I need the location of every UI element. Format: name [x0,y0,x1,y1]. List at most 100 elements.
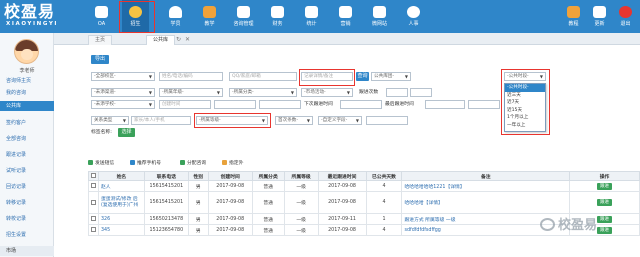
row-name[interactable]: 蛋蛋测试/修改 后(复选使用于)广州 [97,191,145,214]
row-checkbox[interactable] [90,183,96,188]
row-category: 普通 [251,224,285,236]
row-checkbox[interactable] [90,227,96,232]
row-category: 普通 [251,180,285,192]
sidebar-item-school-transfer-records[interactable]: 转校记录 [0,214,54,224]
nav-logout[interactable]: 退出 [612,0,639,33]
created-to-input[interactable] [214,100,256,109]
grade-select[interactable]: -所属年级- ▼ [159,88,223,97]
row-category: 普通 [251,191,285,214]
export-button[interactable]: 导出 [91,55,109,64]
recommend-phone-button[interactable]: 推荐手机号 [130,159,161,169]
row-name[interactable]: 赵人 [97,180,145,192]
row-checkbox[interactable] [90,216,96,221]
col-level[interactable]: 所属等级 [283,171,319,181]
sidebar-item-all-consult[interactable]: 全部咨询 [0,134,54,144]
col-phone[interactable]: 联系电话 [143,171,189,181]
relation-type-select[interactable]: 关系类型 ▼ [91,116,129,125]
nav-hr[interactable]: 人事 [400,0,427,33]
followup-button[interactable]: 跟进 [597,182,613,190]
nav-finance[interactable]: 财务 [264,0,291,33]
query-button[interactable]: 查询 [356,72,369,81]
sidebar-item-my-consult[interactable]: 我的咨询 [0,88,54,98]
row-remark[interactable]: 哈哈哈哈【详情】 [401,191,571,214]
row-last-followup: 2017-09-08 [317,180,367,192]
row-public-days: 4 [365,180,403,192]
school-select[interactable]: -未添学校- ▼ [91,100,155,109]
col-public-days[interactable]: 已公共天数 [365,171,403,181]
custom-field-value-input[interactable] [366,116,408,125]
name-phone-input[interactable]: 姓名/电话/编码 [159,72,223,81]
row-name[interactable]: 345 [97,224,145,236]
select-all-checkbox[interactable] [90,173,96,178]
sidebar-item-revisit-records[interactable]: 回访记录 [0,182,54,192]
user-avatar[interactable] [14,39,39,64]
row-remark[interactable]: 哈哈哈哈哈哈1221【详情】 [401,180,571,192]
channel-select[interactable]: -未添渠道- ▼ [91,88,155,97]
last-followup-to-input[interactable] [468,100,500,109]
col-name[interactable]: 姓名 [97,171,145,181]
col-category[interactable]: 所属分类 [251,171,285,181]
highlight-level-select [194,113,271,128]
tab-public-pool[interactable]: 公共库 [146,35,176,45]
tab-home[interactable]: 主页 [88,35,113,45]
followup-button[interactable]: 跟进 [597,199,613,206]
next-followup-from-input[interactable] [259,100,301,109]
qq-email-input[interactable]: QQ/家庭/邮箱 [229,72,297,81]
consult-icon [237,6,250,18]
nav-microsite[interactable]: 微网站 [366,0,393,33]
nav-consult-management[interactable]: 咨询管理 [230,0,257,33]
row-name[interactable]: 326 [97,213,145,225]
nav-marketing[interactable]: 营销 [332,0,359,33]
sidebar-item-public-pool[interactable]: 公共库 [0,101,54,111]
designate-button[interactable]: 指定外 [222,159,243,169]
wechat-icon [540,218,555,231]
send-sms-button[interactable]: 发送短信 [88,159,114,169]
highlight-period-dropdown [501,69,550,135]
sidebar-item-signed-clients[interactable]: 签约客户 [0,118,54,128]
nav-update[interactable]: 更新 [586,0,613,33]
relation-contact-input[interactable]: 家长/本人/手机 [131,116,191,125]
tag-select-button[interactable]: 选择 [118,128,135,137]
nav-students[interactable]: 学员 [162,0,189,33]
tag-label: 标签名称: [91,130,112,135]
assign-icon [180,160,185,165]
close-icon[interactable]: ✕ [185,36,190,43]
next-followup-to-input[interactable] [340,100,382,109]
row-gender: 男 [187,224,209,236]
col-last-followup[interactable]: 最近跟进时间 [317,171,367,181]
sidebar-item-followup-records[interactable]: 跟进记录 [0,150,54,160]
followup-count-from[interactable] [386,88,408,97]
public-pool-group-select[interactable]: 公共库团- ▼ [371,72,411,81]
market-activity-select[interactable]: -市场活动- ▼ [301,88,353,97]
created-from-input[interactable]: 创建时间 [159,100,211,109]
followup-count-to[interactable] [410,88,432,97]
first-count-select[interactable]: 首次条数- ▼ [275,116,313,125]
sidebar-item-enrollment-settings[interactable]: 招生设置 [0,230,54,240]
nav-oa[interactable]: OA [88,0,115,33]
nav-teaching[interactable]: 教学 [196,0,223,33]
logo-english: XIAOYINGYI [6,21,59,27]
logout-icon [619,6,632,18]
select-all-header[interactable] [88,171,99,181]
row-checkbox[interactable] [90,199,96,205]
col-gender[interactable]: 性别 [187,171,209,181]
row-last-followup: 2017-09-08 [317,191,367,214]
sidebar: 李老师 咨询师主页 我的咨询 公共库 签约客户 全部咨询 跟进记录 试听记录 回… [0,33,54,257]
custom-field-select[interactable]: -自定义字段- ▼ [318,116,362,125]
oa-icon [95,6,108,18]
statistics-icon [305,6,318,18]
sidebar-group-market[interactable]: 市场 [0,246,54,256]
nav-statistics[interactable]: 统计 [298,0,325,33]
category-select[interactable]: -所属分类- ▼ [229,88,297,97]
sidebar-item-transfer-records[interactable]: 转移记录 [0,198,54,208]
refresh-icon[interactable]: ↻ [176,36,181,43]
nav-tutorial[interactable]: 教程 [560,0,587,33]
assign-consult-button[interactable]: 分配咨询 [180,159,206,169]
last-followup-from-input[interactable] [425,100,465,109]
sidebar-item-consultant-home[interactable]: 咨询师主页 [0,76,54,86]
col-created[interactable]: 创建时间 [207,171,253,181]
sidebar-item-trial-records[interactable]: 试听记录 [0,166,54,176]
table-row: 赵人 15615415201 男 2017-09-08 普通 一级 2017-0… [88,180,640,192]
row-category: 普通 [251,213,285,225]
campus-select[interactable]: -全部校区- ▼ [91,72,155,81]
